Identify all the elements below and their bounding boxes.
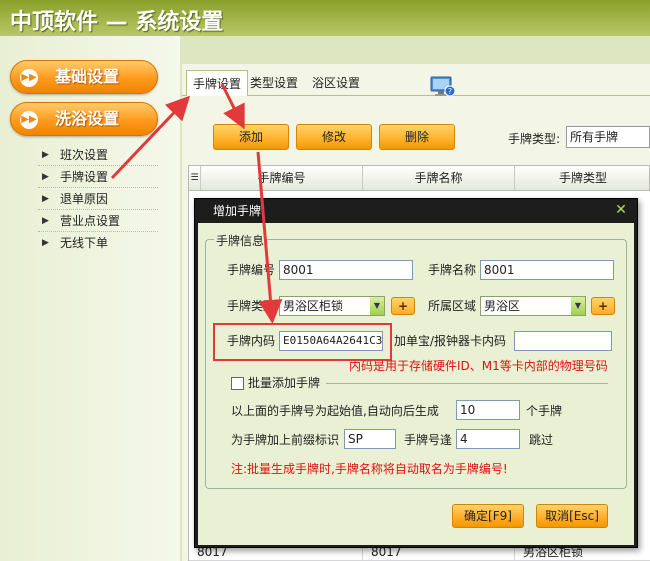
svg-text:?: ? <box>448 87 452 96</box>
grid-header: ☰ 手牌编号 手牌名称 手牌类型 <box>188 165 650 191</box>
arrow-right-icon: ▶ <box>42 172 49 182</box>
tab-type-settings[interactable]: 类型设置 <box>244 70 304 96</box>
prefix-label: 为手牌加上前缀标识 <box>231 433 340 447</box>
col-header-number[interactable]: 手牌编号 <box>201 166 363 190</box>
number-label: 手牌编号 <box>227 263 276 277</box>
prefix-input[interactable]: SP <box>344 429 396 449</box>
col-header-name[interactable]: 手牌名称 <box>363 166 515 190</box>
tab-hand-tag-settings[interactable]: 手牌设置 <box>186 70 249 96</box>
batch-note: 注:批量生成手牌时,手牌名称将自动取名为手牌编号! <box>231 462 508 476</box>
batch-count-prefix: 以上面的手牌号为起始值,自动向后生成 <box>231 404 439 418</box>
annotation-highlight-box <box>213 323 392 361</box>
arrow-right-icon: ▶ <box>42 216 49 226</box>
menu-bath-settings[interactable]: ▶▶ 洗浴设置 <box>10 102 158 136</box>
batch-count-input[interactable]: 10 <box>456 400 520 420</box>
arrow-right-icon: ▶ <box>42 150 49 160</box>
name-input[interactable]: 8001 <box>480 260 614 280</box>
card-code-label: 加单宝/报钟器卡内码 <box>394 334 507 348</box>
double-arrow-right-icon: ▶▶ <box>20 69 38 87</box>
type-filter-select[interactable]: 所有手牌 <box>566 126 650 148</box>
sidebar-item-wireless-order[interactable]: ▶ 无线下单 <box>38 232 158 254</box>
arrow-right-icon: ▶ <box>42 238 49 248</box>
area-select[interactable]: 男浴区 ▼ <box>480 296 586 316</box>
arrow-right-icon: ▶ <box>42 194 49 204</box>
dialog-title: 增加手牌 <box>195 199 637 223</box>
add-button[interactable]: 添加 <box>213 124 289 150</box>
type-filter-label: 手牌类型: <box>508 132 561 146</box>
delete-button[interactable]: 删除 <box>379 124 455 150</box>
close-icon[interactable]: ✕ <box>613 202 629 218</box>
chevron-down-icon: ▼ <box>571 297 585 315</box>
number-input[interactable]: 8001 <box>279 260 413 280</box>
double-arrow-right-icon: ▶▶ <box>20 111 38 129</box>
app-title: 中顶软件 — 系统设置 <box>0 0 650 36</box>
batch-add-checkbox[interactable] <box>231 377 244 390</box>
tab-bar: 手牌设置 类型设置 浴区设置 ? <box>182 70 650 98</box>
batch-count-suffix: 个手牌 <box>526 404 563 418</box>
step-input[interactable]: 4 <box>456 429 520 449</box>
dialog-body: 手牌信息 手牌编号 8001 手牌名称 8001 手牌类型 男浴区柜锁 ▼ + … <box>198 223 634 545</box>
toolbar: 添加 修改 删除 手牌类型: 所有手牌 <box>182 124 650 154</box>
menu-label: 基础设置 <box>55 67 120 86</box>
sidebar-item-refund-reason[interactable]: ▶ 退单原因 <box>38 188 158 210</box>
sidebar-item-business-point[interactable]: ▶ 营业点设置 <box>38 210 158 232</box>
type-label: 手牌类型 <box>227 299 276 313</box>
batch-add-label: 批量添加手牌 <box>248 376 321 390</box>
step-label: 手牌号逢 <box>404 433 453 447</box>
cancel-button[interactable]: 取消[Esc] <box>536 504 608 528</box>
chevron-down-icon: ▼ <box>370 297 384 315</box>
add-area-button[interactable]: + <box>591 297 615 315</box>
help-monitor-icon[interactable]: ? <box>430 76 456 98</box>
sidebar-item-hand-tag[interactable]: ▶ 手牌设置 <box>38 166 158 188</box>
confirm-button[interactable]: 确定[F9] <box>452 504 524 528</box>
menu-basic-settings[interactable]: ▶▶ 基础设置 <box>10 60 158 94</box>
area-label: 所属区域 <box>428 299 477 313</box>
card-code-input[interactable] <box>514 331 612 351</box>
tab-bath-area-settings[interactable]: 浴区设置 <box>306 70 366 96</box>
type-select[interactable]: 男浴区柜锁 ▼ <box>279 296 385 316</box>
add-type-button[interactable]: + <box>391 297 415 315</box>
submenu: ▶ 班次设置 ▶ 手牌设置 ▶ 退单原因 ▶ 营业点设置 ▶ 无线下单 <box>38 144 158 254</box>
menu-label: 洗浴设置 <box>55 109 120 128</box>
row-indicator-icon: ☰ <box>189 166 201 190</box>
add-hand-tag-dialog: 增加手牌 ✕ 手牌信息 手牌编号 8001 手牌名称 8001 手牌类型 男浴区… <box>194 198 638 548</box>
col-header-type[interactable]: 手牌类型 <box>515 166 650 190</box>
name-label: 手牌名称 <box>428 263 477 277</box>
sidebar-item-shift[interactable]: ▶ 班次设置 <box>38 144 158 166</box>
divider <box>326 383 608 384</box>
edit-button[interactable]: 修改 <box>296 124 372 150</box>
skip-label: 跳过 <box>529 433 554 447</box>
group-label: 手牌信息 <box>214 232 267 249</box>
